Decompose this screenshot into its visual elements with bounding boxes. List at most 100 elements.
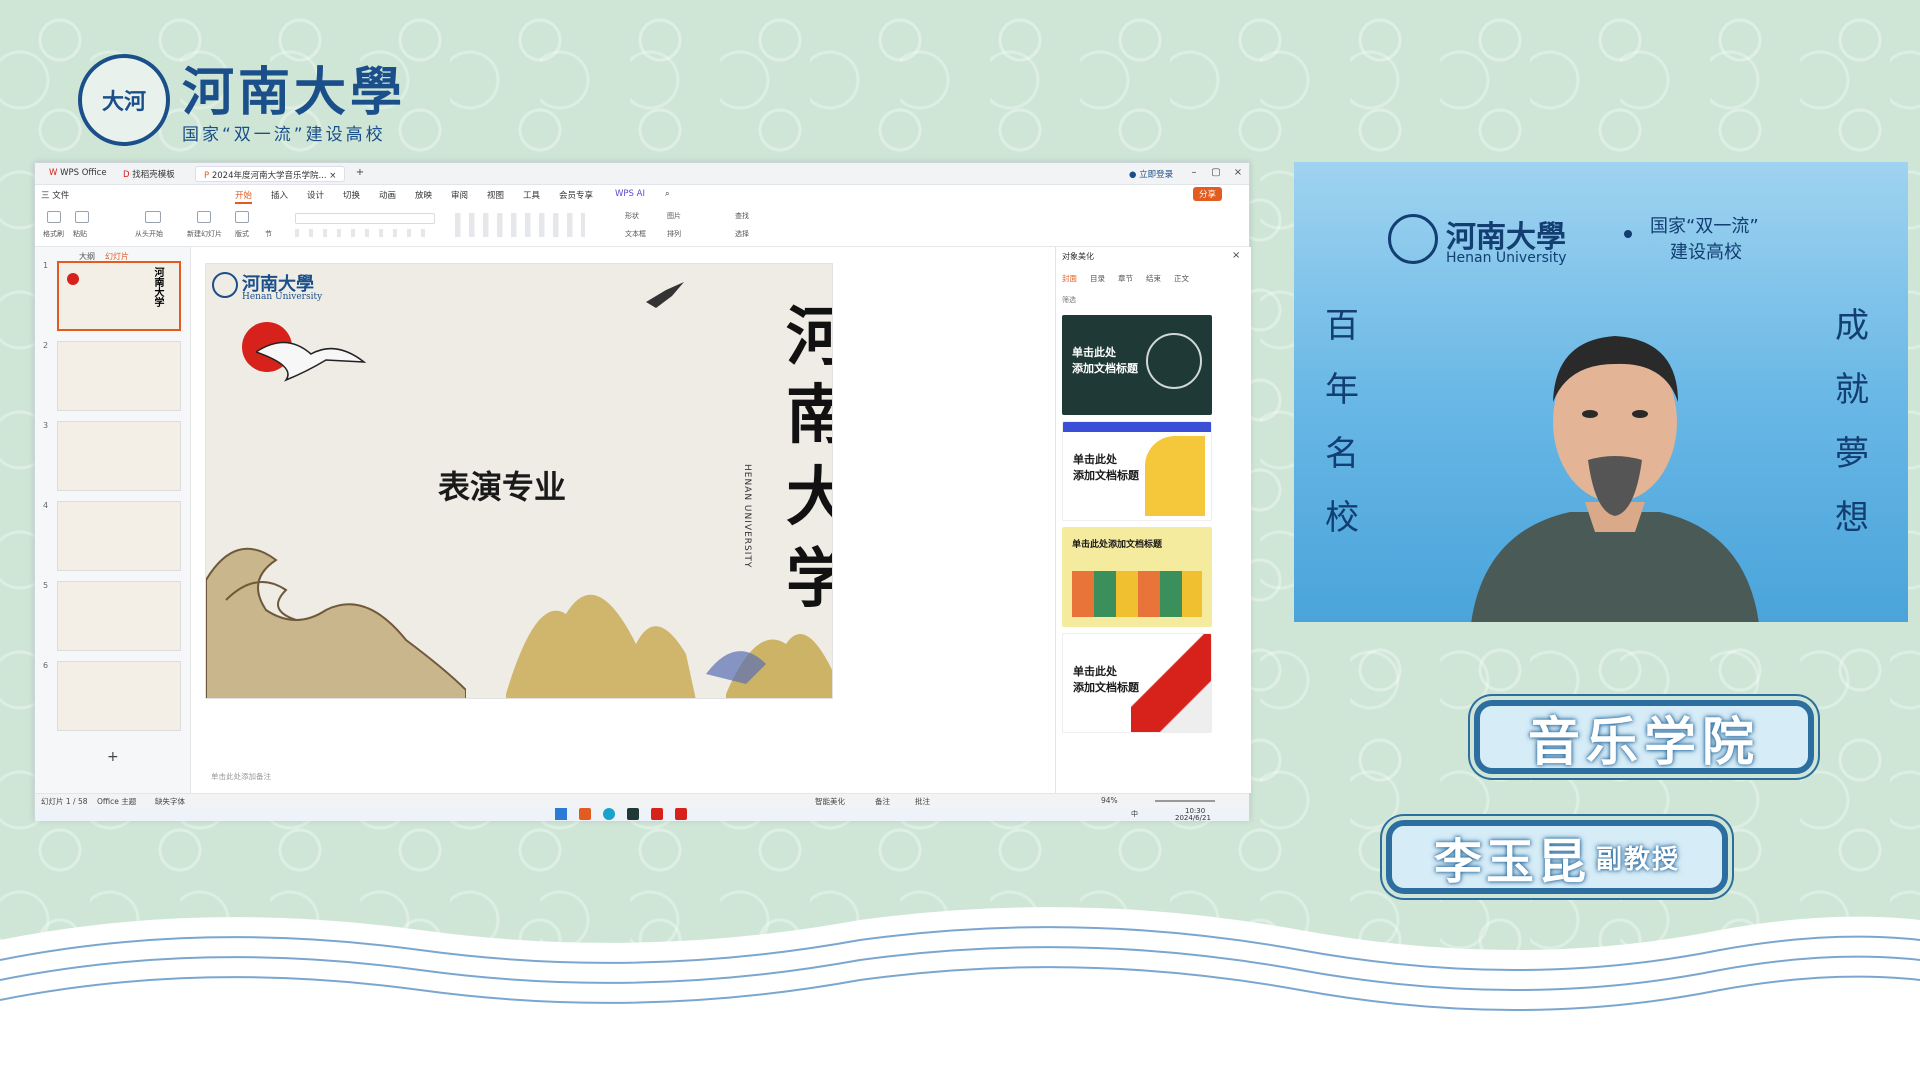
add-slide-button[interactable]: + [107,749,119,765]
layout-label: 版式 [235,230,249,238]
menu-tools[interactable]: 工具 [523,189,540,201]
slide-thumbnail-3[interactable] [57,421,181,491]
brand-title: 河南大學 [182,62,407,123]
mountain-illustration [506,594,832,698]
menu-design[interactable]: 设计 [307,189,324,201]
layout-icon[interactable] [235,211,249,223]
comment-toggle[interactable]: 批注 [915,796,930,807]
new-slide-label: 新建幻灯片 [187,230,222,238]
menu-home[interactable]: 开始 [235,189,253,204]
panel-title: 对象美化 [1062,252,1094,261]
windows-start-icon[interactable] [555,808,567,820]
menu-review[interactable]: 审阅 [451,189,468,201]
notes-toggle[interactable]: 备注 [875,796,890,807]
search-icon[interactable]: ⌕ [665,189,670,199]
paste-icon[interactable] [75,211,89,223]
slide-thumbnail-6[interactable] [57,661,181,731]
slogan-line: 国家“双一流” [1650,216,1759,237]
presenter-name-banner: 李玉昆 副教授 [1386,820,1728,894]
textbox-button[interactable]: 文本框 [625,229,646,239]
panel-tab-body[interactable]: 正文 [1174,273,1189,284]
video-slogan: 国家“双一流” 建设高校 [1650,214,1759,266]
menu-member[interactable]: 会员专享 [559,189,593,201]
red-curve-shape [1131,634,1211,732]
panel-filter[interactable]: 筛选 [1062,295,1076,305]
maximize-icon[interactable]: ▢ [1209,166,1223,180]
menu-animation[interactable]: 动画 [379,189,396,201]
video-brand-en: Henan University [1446,250,1567,266]
wps-logo-icon: W [49,168,58,178]
arrange-button[interactable]: 排列 [667,229,681,239]
cartoon-characters [1072,571,1202,617]
seal-text: 大河 [101,90,146,115]
theme-label[interactable]: Office 主题 [97,796,136,807]
slide-canvas[interactable]: 河南大學 Henan University 表演专业 河 南 大 学 HENAN… [205,263,833,699]
thumb-number: 1 [43,261,49,270]
picture-button[interactable]: 图片 [667,211,681,221]
thumb-number: 5 [43,581,49,590]
new-slide-icon[interactable] [197,211,211,223]
slide-thumbnail-4[interactable] [57,501,181,571]
tab-template[interactable]: D 找稻壳模板 [115,166,183,182]
minimize-icon[interactable]: – [1187,166,1201,180]
play-from-start-icon[interactable] [145,211,161,223]
template-card[interactable]: 单击此处 添加文档标题 [1062,633,1212,733]
card-text: 单击此处 添加文档标题 [1073,453,1139,482]
presenter-title: 副教授 [1596,844,1681,875]
font-format-buttons[interactable] [295,229,435,237]
bullet-dot [1624,230,1632,238]
thumb-number: 2 [43,341,49,350]
share-button[interactable]: 分享 [1193,187,1223,201]
panel-tab-chapter[interactable]: 章节 [1118,273,1133,284]
slide-thumbnail-5[interactable] [57,581,181,651]
paragraph-buttons[interactable] [455,213,585,237]
login-label: 立即登录 [1139,170,1174,180]
smart-beautify[interactable]: 智能美化 [815,796,845,807]
edge-icon[interactable] [603,808,615,820]
shape-button[interactable]: 形状 [625,211,639,221]
tab-document[interactable]: P 2024年度河南大学音乐学院... × [195,166,345,182]
wps-taskbar-icon[interactable] [651,808,663,820]
ime-indicator[interactable]: 中 [1131,809,1138,819]
slide-vertical-text: HENAN UNIVERSITY [742,464,752,569]
tab-wps-office[interactable]: W WPS Office [41,166,115,182]
format-painter-icon[interactable] [47,211,61,223]
menu-file[interactable]: 三 文件 [41,189,69,201]
select-button[interactable]: 选择 [735,229,749,239]
login-button[interactable]: ● 立即登录 [1121,166,1181,182]
menu-insert[interactable]: 插入 [271,189,288,201]
new-tab-icon[interactable]: + [353,166,367,180]
docer-icon: D [123,170,130,180]
right-couplet: 成就夢想 [1835,306,1869,538]
panel-tab-toc[interactable]: 目录 [1090,273,1105,284]
template-card[interactable]: 单击此处 添加文档标题 [1062,421,1212,521]
university-seal-icon: 大河 [78,54,170,146]
taskbar: 中 10:30 2024/6/21 [35,807,1249,822]
slide-thumbnail-1[interactable]: 河南大学 [57,261,181,331]
app-icon[interactable] [627,808,639,820]
close-icon[interactable]: × [329,171,336,181]
find-button[interactable]: 查找 [735,211,749,221]
menu-wps-ai[interactable]: WPS AI [615,189,645,199]
menu-view[interactable]: 视图 [487,189,504,201]
panel-tab-cover[interactable]: 封面 [1062,273,1077,284]
zoom-slider[interactable] [1155,800,1215,802]
panel-tab-end[interactable]: 结束 [1146,273,1161,284]
slide-thumbnail-2[interactable] [57,341,181,411]
slide-title-char: 南 [786,364,832,456]
close-window-icon[interactable]: × [1231,166,1245,180]
panel-close-icon[interactable]: × [1232,250,1240,261]
font-name-field[interactable] [295,213,435,224]
app-icon[interactable] [579,808,591,820]
missing-font-label[interactable]: 缺失字体 [155,796,185,807]
template-card[interactable]: 单击此处添加文档标题 [1062,527,1212,627]
menu-slideshow[interactable]: 放映 [415,189,432,201]
zoom-level[interactable]: 94% [1101,796,1118,805]
pdf-taskbar-icon[interactable] [675,808,687,820]
slide-subtitle[interactable]: 表演专业 [438,462,566,508]
menu-transition[interactable]: 切换 [343,189,360,201]
section-label[interactable]: 节 [265,229,272,239]
notes-field[interactable]: 单击此处添加备注 [211,771,271,782]
template-card[interactable]: 单击此处 添加文档标题 [1062,315,1212,415]
slide-seal-icon [212,272,238,298]
